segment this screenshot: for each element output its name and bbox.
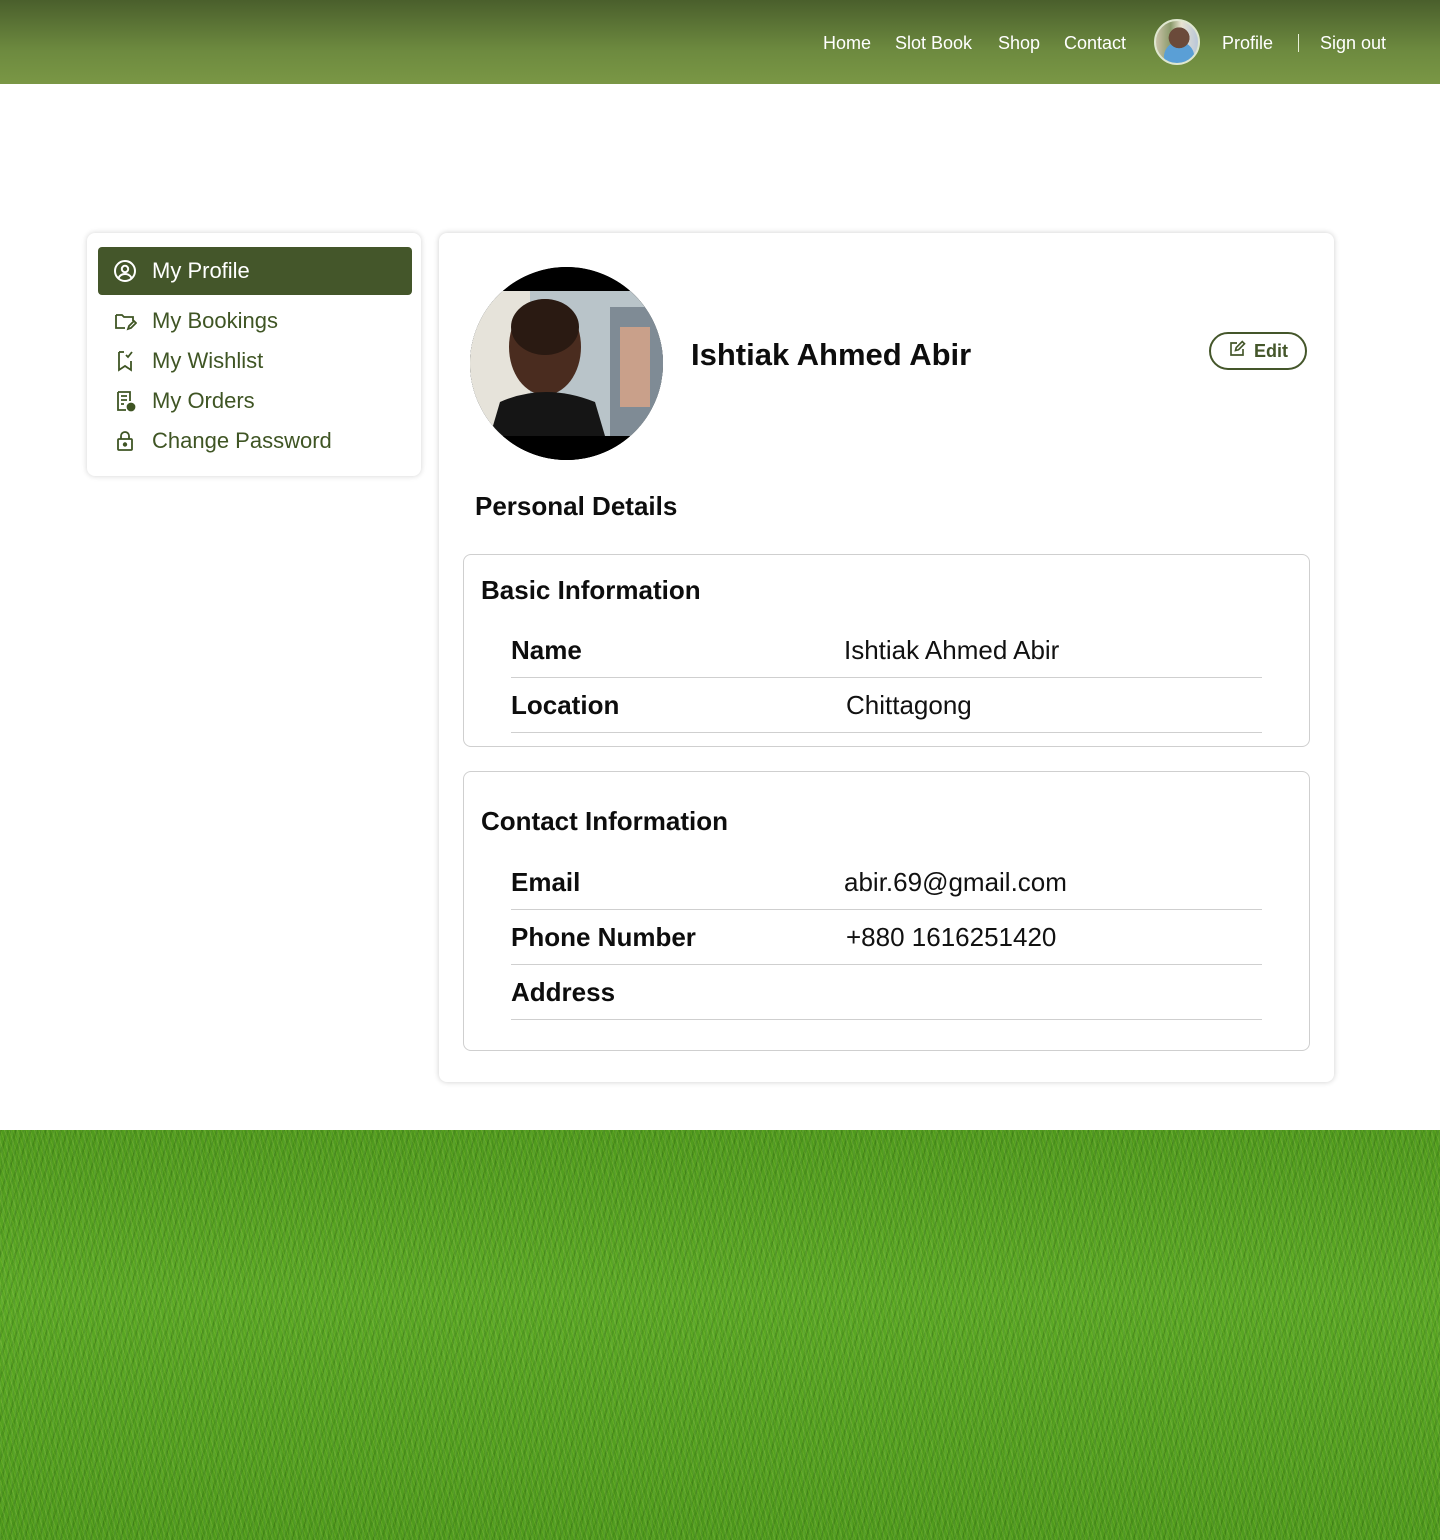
sidebar-item-label: Change Password (152, 428, 332, 453)
sidebar-item-label: My Profile (152, 258, 250, 283)
info-label: Name (511, 635, 582, 665)
nav-home-link[interactable]: Home (823, 33, 871, 54)
sidebar-item-label: My Orders (152, 388, 255, 413)
profile-name: Ishtiak Ahmed Abir (691, 337, 972, 372)
info-value: +880 1616251420 (846, 922, 1057, 952)
user-circle-icon (112, 258, 138, 284)
nav-slot-book-link[interactable]: Slot Book (895, 33, 972, 54)
nav-contact-link[interactable]: Contact (1064, 33, 1126, 54)
info-row-phone: Phone Number +880 1616251420 (511, 909, 1262, 965)
nav-profile-link[interactable]: Profile (1222, 33, 1273, 54)
basic-information-box: Basic Information Name Ishtiak Ahmed Abi… (463, 554, 1310, 747)
nav-shop-link[interactable]: Shop (998, 33, 1040, 54)
profile-sidebar: My Profile My Bookings My Wishlist My Or… (87, 233, 421, 476)
main-nav: Home Slot Book Shop Contact Profile Sign… (0, 0, 1440, 84)
sidebar-item-my-profile[interactable]: My Profile (98, 247, 412, 295)
nav-sign-out-link[interactable]: Sign out (1320, 33, 1386, 54)
nav-divider (1298, 34, 1299, 52)
info-row-name: Name Ishtiak Ahmed Abir (511, 622, 1262, 678)
basic-information-heading: Basic Information (481, 575, 701, 605)
edit-profile-button[interactable]: Edit (1209, 332, 1307, 370)
contact-information-heading: Contact Information (481, 806, 728, 836)
top-nav-bar: Home Slot Book Shop Contact Profile Sign… (0, 0, 1440, 84)
folder-edit-icon (112, 308, 138, 334)
info-label: Phone Number (511, 922, 696, 952)
grass-background (0, 1130, 1440, 1540)
info-row-email: Email abir.69@gmail.com (511, 854, 1262, 910)
sidebar-item-label: My Wishlist (152, 348, 264, 373)
info-value: Chittagong (846, 690, 972, 720)
nav-avatar[interactable] (1154, 19, 1200, 65)
receipt-icon (112, 388, 138, 414)
contact-information-box: Contact Information Email abir.69@gmail.… (463, 771, 1310, 1051)
sidebar-item-change-password[interactable]: Change Password (98, 417, 412, 465)
bookmark-check-icon (112, 348, 138, 374)
personal-details-heading: Personal Details (475, 491, 678, 521)
edit-label: Edit (1254, 340, 1288, 361)
info-label: Address (511, 977, 616, 1007)
profile-photo (470, 267, 663, 460)
profile-card: Ishtiak Ahmed Abir Edit Personal Details… (439, 233, 1334, 1082)
lock-icon (112, 428, 138, 454)
info-row-location: Location Chittagong (511, 677, 1262, 733)
info-row-address: Address (511, 964, 1262, 1020)
info-label: Email (511, 867, 581, 897)
edit-icon (1228, 339, 1246, 363)
info-label: Location (511, 690, 620, 720)
info-value: abir.69@gmail.com (844, 867, 1067, 897)
info-value: Ishtiak Ahmed Abir (844, 635, 1060, 665)
sidebar-item-label: My Bookings (152, 308, 278, 333)
